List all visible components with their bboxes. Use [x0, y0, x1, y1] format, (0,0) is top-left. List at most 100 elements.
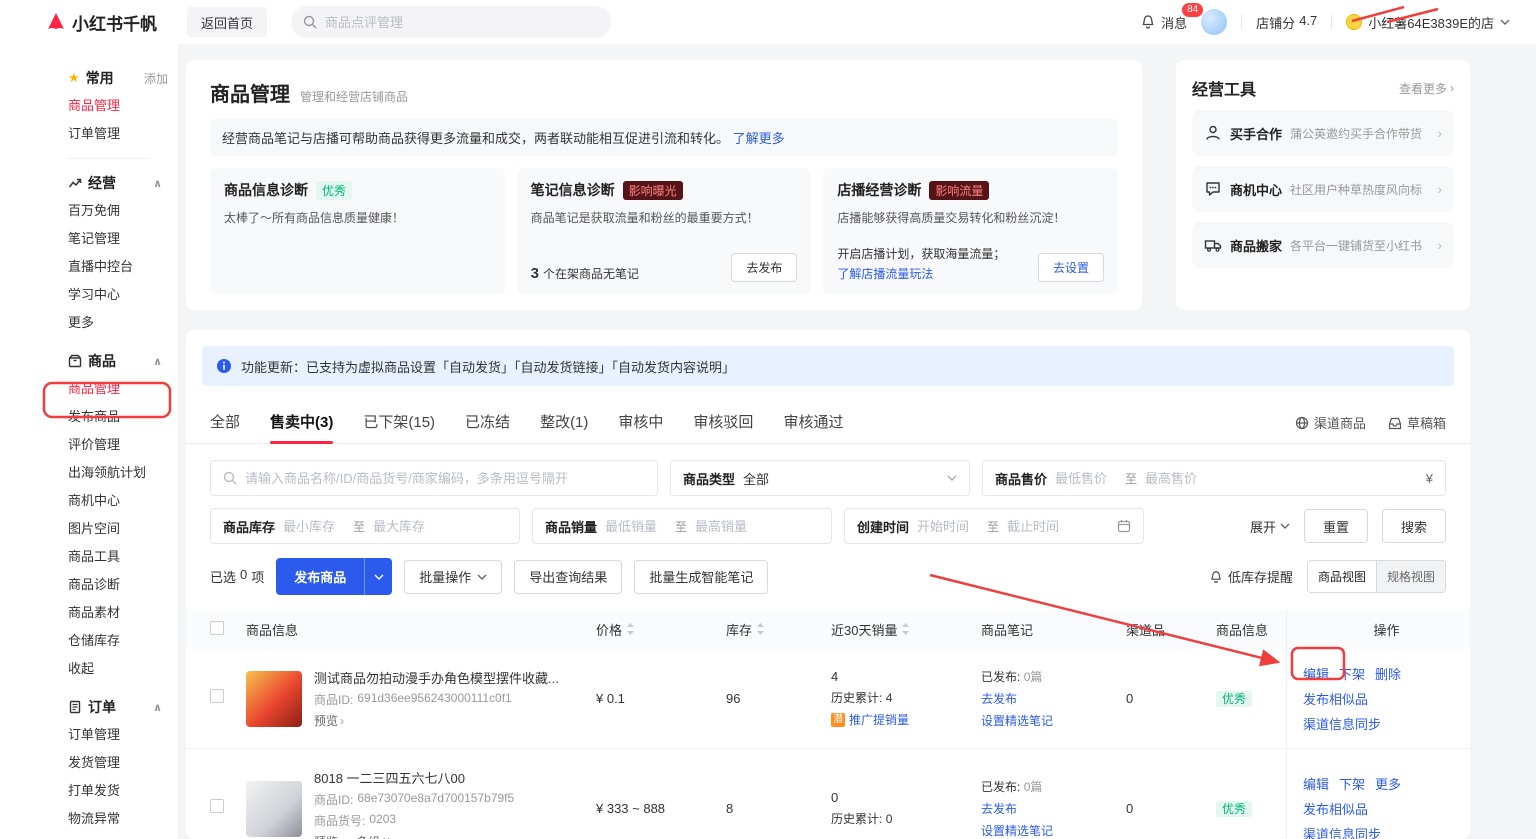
sidebar-item-shipping-management[interactable]: 发货管理 — [68, 749, 168, 777]
go-publish-note-link[interactable]: 去发布 — [981, 690, 1126, 707]
publish-similar-link[interactable]: 发布相似品 — [1303, 799, 1470, 818]
tab-review-rejected[interactable]: 审核驳回 — [693, 402, 753, 444]
col-price[interactable]: 价格 — [596, 620, 726, 639]
tab-all[interactable]: 全部 — [210, 402, 240, 444]
product-search-input[interactable] — [245, 470, 645, 486]
go-setup-button[interactable]: 去设置 — [1038, 253, 1105, 282]
select-all-checkbox[interactable] — [210, 620, 224, 635]
delist-link[interactable]: 下架 — [1339, 774, 1365, 793]
tab-delisted[interactable]: 已下架(15) — [363, 402, 435, 444]
set-featured-note-link[interactable]: 设置精选笔记 — [981, 822, 1126, 839]
sidebar-item-order-management[interactable]: 订单管理 — [68, 721, 168, 749]
promote-sales-link[interactable]: 推广提销量 — [849, 711, 909, 728]
sidebar-item-commission-free[interactable]: 百万免佣 — [68, 197, 168, 225]
max-stock-input[interactable] — [373, 518, 436, 534]
learn-more-link[interactable]: 了解更多 — [733, 131, 785, 146]
sidebar-item-image-space[interactable]: 图片空间 — [68, 515, 168, 543]
sidebar-item-product-tools[interactable]: 商品工具 — [68, 543, 168, 571]
sidebar-item-learning-center[interactable]: 学习中心 — [68, 281, 168, 309]
product-title[interactable]: 8018 一二三四五六七八00 — [314, 768, 514, 787]
edit-link[interactable]: 编辑 — [1303, 774, 1329, 793]
sidebar-group-product[interactable]: 商品 ∧ — [68, 347, 168, 375]
set-featured-note-link[interactable]: 设置精选笔记 — [981, 712, 1126, 729]
min-stock-input[interactable] — [283, 518, 346, 534]
reset-button[interactable]: 重置 — [1303, 509, 1368, 543]
expand-filters-button[interactable]: 展开 — [1250, 517, 1290, 536]
edit-link[interactable]: 编辑 — [1303, 664, 1329, 683]
multi-group-toggle[interactable]: 多组∨ — [356, 833, 391, 839]
avatar[interactable] — [1201, 9, 1228, 35]
tab-frozen[interactable]: 已冻结 — [465, 402, 510, 444]
go-publish-button[interactable]: 去发布 — [731, 253, 798, 282]
go-publish-note-link[interactable]: 去发布 — [981, 800, 1126, 817]
publish-similar-link[interactable]: 发布相似品 — [1303, 689, 1470, 708]
more-link[interactable]: 更多 — [1375, 774, 1401, 793]
sidebar-fav-item-order-management[interactable]: 订单管理 — [68, 120, 168, 148]
col-sales-30d[interactable]: 近30天销量 — [831, 620, 981, 639]
tool-product-migration[interactable]: 商品搬家 各平台一键铺货至小红书 › — [1192, 222, 1454, 268]
channel-sync-link[interactable]: 渠道信息同步 — [1303, 714, 1470, 733]
header-search-input[interactable] — [325, 14, 600, 30]
tab-rectify[interactable]: 整改(1) — [540, 402, 588, 444]
row-checkbox[interactable] — [210, 799, 224, 813]
sidebar-item-collapse[interactable]: 收起 — [68, 655, 168, 683]
sidebar-item-product-material[interactable]: 商品素材 — [68, 599, 168, 627]
product-image[interactable] — [246, 780, 302, 837]
tab-under-review[interactable]: 审核中 — [618, 402, 663, 444]
sidebar-group-business[interactable]: 经营 ∧ — [68, 169, 168, 197]
publish-product-button[interactable]: 发布商品 — [276, 558, 393, 595]
sidebar-item-business-center[interactable]: 商机中心 — [68, 487, 168, 515]
shop-menu[interactable]: 小红薯64E3839E的店 — [1346, 13, 1510, 32]
end-time-input[interactable] — [1007, 518, 1070, 534]
delete-link[interactable]: 删除 — [1375, 664, 1401, 683]
batch-smart-note-button[interactable]: 批量生成智能笔记 — [634, 559, 769, 594]
tab-review-approved[interactable]: 审核通过 — [783, 402, 843, 444]
sidebar-item-publish-product[interactable]: 发布商品 — [68, 403, 168, 431]
product-image[interactable] — [246, 670, 302, 727]
sidebar-fav-add-button[interactable]: 添加 — [144, 70, 168, 87]
messages-button[interactable]: 消息 84 — [1140, 2, 1204, 32]
sidebar-item-more[interactable]: 更多 — [68, 309, 168, 337]
row-checkbox[interactable] — [210, 689, 224, 703]
sidebar-item-live-console[interactable]: 直播中控台 — [68, 253, 168, 281]
sidebar-item-print-ship[interactable]: 打单发货 — [68, 777, 168, 805]
tool-business-center[interactable]: 商机中心 社区用户种草热度风向标 › — [1192, 166, 1454, 212]
sidebar-item-product-diagnosis[interactable]: 商品诊断 — [68, 571, 168, 599]
max-price-input[interactable] — [1145, 470, 1208, 486]
min-sales-input[interactable] — [605, 518, 668, 534]
batch-actions-button[interactable]: 批量操作 — [404, 559, 503, 594]
draft-box-button[interactable]: 草稿箱 — [1388, 413, 1446, 432]
tab-on-sale[interactable]: 售卖中(3) — [270, 402, 334, 444]
sidebar-item-note-management[interactable]: 笔记管理 — [68, 225, 168, 253]
sidebar-group-order[interactable]: 订单 ∧ — [68, 693, 168, 721]
live-traffic-link[interactable]: 了解店播流量玩法 — [837, 265, 1005, 282]
min-price-input[interactable] — [1055, 470, 1118, 486]
product-view-toggle[interactable]: 商品视图 — [1307, 561, 1376, 592]
col-stock[interactable]: 库存 — [726, 620, 831, 639]
channel-products-button[interactable]: 渠道商品 — [1295, 413, 1366, 432]
sidebar-fav-item-product-management[interactable]: 商品管理 — [68, 92, 168, 120]
low-stock-alert-button[interactable]: 低库存提醒 — [1209, 567, 1293, 586]
spec-view-toggle[interactable]: 规格视图 — [1375, 561, 1445, 592]
sidebar-item-warehouse-stock[interactable]: 仓储库存 — [68, 627, 168, 655]
view-more-link[interactable]: 查看更多 › — [1399, 80, 1454, 97]
chevron-down-icon[interactable] — [364, 558, 393, 595]
sidebar-item-overseas-program[interactable]: 出海领航计划 — [68, 459, 168, 487]
status-badge-exposure: 影响曝光 — [622, 180, 683, 200]
logo[interactable]: 小红书千帆 — [46, 10, 157, 35]
preview-link[interactable]: 预览› — [314, 833, 344, 839]
tool-buyer-cooperation[interactable]: 买手合作 蒲公英邀约买手合作带货 › — [1192, 110, 1454, 156]
sidebar-item-logistics-exception[interactable]: 物流异常 — [68, 805, 168, 833]
back-home-button[interactable]: 返回首页 — [187, 7, 268, 37]
product-type-select[interactable]: 商品类型 全部 — [670, 460, 970, 496]
max-sales-input[interactable] — [695, 518, 758, 534]
channel-sync-link[interactable]: 渠道信息同步 — [1303, 824, 1470, 839]
sidebar-item-review-management[interactable]: 评价管理 — [68, 431, 168, 459]
sidebar-item-product-management[interactable]: 商品管理 — [68, 375, 168, 403]
search-button[interactable]: 搜索 — [1381, 509, 1446, 543]
delist-link[interactable]: 下架 — [1339, 664, 1365, 683]
preview-link[interactable]: 预览› — [314, 712, 344, 729]
product-title[interactable]: 测试商品勿拍动漫手办角色模型摆件收藏... — [314, 668, 559, 687]
export-results-button[interactable]: 导出查询结果 — [514, 559, 623, 594]
start-time-input[interactable] — [917, 518, 980, 534]
